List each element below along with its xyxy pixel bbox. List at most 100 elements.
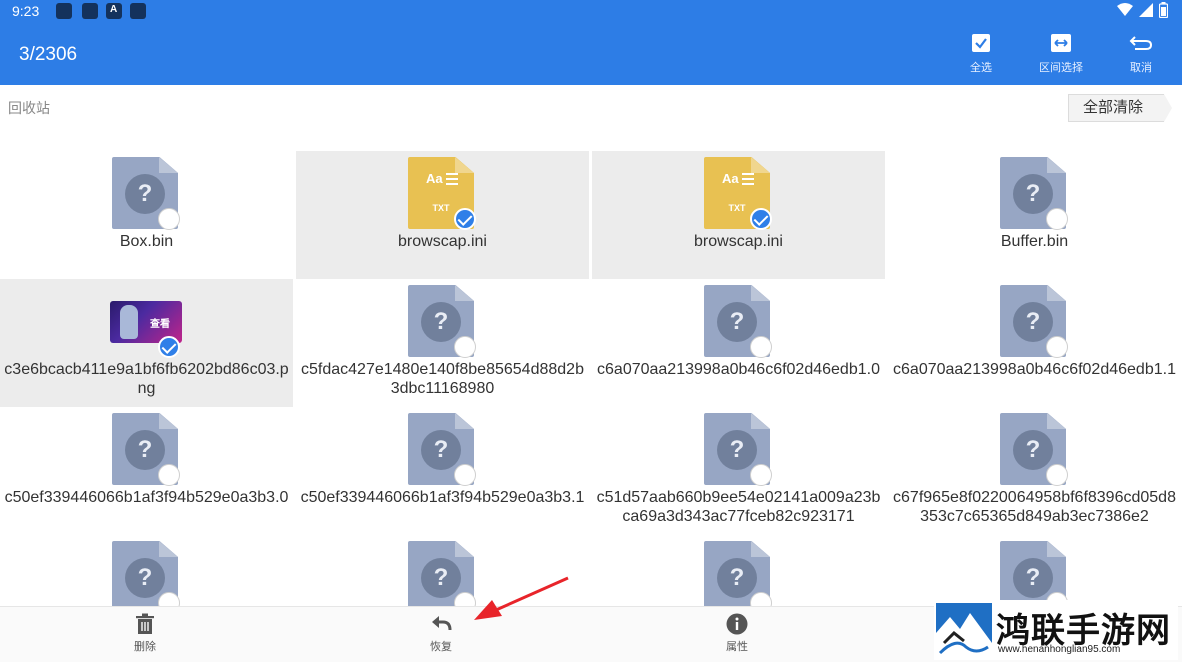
page-fold [159,413,178,429]
unchecked-circle-icon[interactable] [454,336,476,358]
unchecked-circle-icon[interactable] [1046,208,1068,230]
file-item[interactable]: Aa TXT browscap.ini [296,151,589,279]
file-item[interactable]: ? [0,535,293,606]
question-mark-icon: ? [1013,558,1053,598]
file-name: c3e6bcacb411e9a1bf6fb6202bd86c03.png [4,361,289,397]
checked-circle-icon[interactable] [158,336,180,358]
select-all-label: 全选 [970,62,992,74]
unknown-file-icon: ? [408,541,478,606]
file-item[interactable]: ? c50ef339446066b1af3f94b529e0a3b3.0 [0,407,293,535]
page-fold [751,541,770,557]
page-fold [751,157,770,173]
image-thumbnail: 查看 [110,285,182,358]
file-name: browscap.ini [694,233,783,250]
unknown-file-icon: ? [1000,157,1070,230]
cancel-button[interactable]: 取消 [1111,33,1171,79]
breadcrumb[interactable]: 回收站 [8,98,50,118]
file-item[interactable]: ? c67f965e8f0220064958bf6f8396cd05d8353c7… [888,407,1181,535]
checked-circle-icon[interactable] [750,208,772,230]
checkbox-icon [972,34,990,52]
file-name: c67f965e8f0220064958bf6f8396cd05d8353c7c… [893,489,1176,525]
file-item[interactable]: ? c51d57aab660b9ee54e02141a009a23bca69a3d… [592,407,885,535]
clear-all-button[interactable]: 全部清除 [1068,94,1172,122]
unchecked-circle-icon[interactable] [158,464,180,486]
notification-app-icon [56,3,72,19]
wifi-icon [1117,3,1133,16]
question-mark-icon: ? [717,302,757,342]
question-mark-icon: ? [125,558,165,598]
unknown-file-icon: ? [112,413,182,486]
restore-label: 恢复 [430,641,452,653]
unchecked-circle-icon[interactable] [750,336,772,358]
question-mark-icon: ? [125,174,165,214]
question-mark-icon: ? [717,430,757,470]
notification-a-icon [106,3,122,19]
undo-icon [1129,36,1153,50]
page-fold [455,413,474,429]
watermark-url: www.henanhonglian95.com [998,644,1121,655]
checked-circle-icon[interactable] [454,208,476,230]
file-item[interactable]: ? c6a070aa213998a0b46c6f02d46edb1.1 [888,279,1181,407]
range-select-button[interactable]: 区间选择 [1031,33,1091,79]
select-all-button[interactable]: 全选 [951,33,1011,79]
file-item[interactable]: Aa TXT browscap.ini [592,151,885,279]
file-item[interactable]: ? [888,535,1181,606]
page-fold [1047,157,1066,173]
delete-button[interactable]: 删除 [105,613,185,659]
file-name: c50ef339446066b1af3f94b529e0a3b3.1 [300,489,585,506]
file-name: c5fdac427e1480e140f8be85654d88d2b3dbc111… [301,361,584,397]
annotation-arrow [474,576,569,620]
delete-label: 删除 [134,641,156,653]
watermark-logo-icon [936,603,992,657]
text-file-icon: Aa TXT [704,157,774,230]
restore-button[interactable]: 恢复 [401,613,481,659]
unknown-file-icon: ? [704,285,774,358]
unknown-file-icon: ? [112,157,182,230]
page-fold [751,285,770,301]
file-name: c51d57aab660b9ee54e02141a009a23bca69a3d3… [596,489,881,525]
properties-button[interactable]: 属性 [697,613,777,659]
unknown-file-icon: ? [704,541,774,606]
status-bar: 9:23 [0,0,1182,24]
file-grid: ? Box.bin Aa TXT browscap.ini Aa TXT browscap.i… [0,151,1182,606]
question-mark-icon: ? [421,302,461,342]
txt-glyph: Aa [722,171,739,186]
file-item[interactable]: ? c5fdac427e1480e140f8be85654d88d2b3dbc11… [296,279,589,407]
question-mark-icon: ? [125,430,165,470]
question-mark-icon: ? [421,430,461,470]
notification-app-icon [130,3,146,19]
page-fold [455,541,474,557]
unchecked-circle-icon[interactable] [454,464,476,486]
battery-icon [1159,2,1168,18]
unchecked-circle-icon[interactable] [1046,336,1068,358]
file-item[interactable]: ? Box.bin [0,151,293,279]
file-name: c6a070aa213998a0b46c6f02d46edb1.1 [893,361,1176,378]
question-mark-icon: ? [1013,430,1053,470]
unknown-file-icon: ? [408,285,478,358]
watermark: 鸿联手游网 www.henanhonglian95.com [934,600,1178,660]
properties-label: 属性 [726,641,748,653]
question-mark-icon: ? [421,558,461,598]
signal-icon [1139,3,1153,17]
file-item[interactable]: ? [592,535,885,606]
file-name: browscap.ini [398,233,487,250]
trash-icon [136,613,154,634]
page-fold [159,157,178,173]
status-time: 9:23 [12,3,40,19]
unchecked-circle-icon[interactable] [158,208,180,230]
file-name: Box.bin [119,233,174,250]
file-name: Buffer.bin [1000,233,1069,250]
file-item[interactable]: ? c50ef339446066b1af3f94b529e0a3b3.1 [296,407,589,535]
thumbnail-figure [120,305,138,339]
file-item[interactable]: ? c6a070aa213998a0b46c6f02d46edb1.0 [592,279,885,407]
unknown-file-icon: ? [1000,413,1070,486]
unknown-file-icon: ? [704,413,774,486]
unchecked-circle-icon[interactable] [750,464,772,486]
file-item[interactable]: 查看 c3e6bcacb411e9a1bf6fb6202bd86c03.png [0,279,293,407]
page-fold [1047,285,1066,301]
file-name: c50ef339446066b1af3f94b529e0a3b3.0 [4,489,289,506]
range-select-label: 区间选择 [1039,62,1083,74]
file-item[interactable]: ? Buffer.bin [888,151,1181,279]
unchecked-circle-icon[interactable] [1046,464,1068,486]
page-fold [455,285,474,301]
